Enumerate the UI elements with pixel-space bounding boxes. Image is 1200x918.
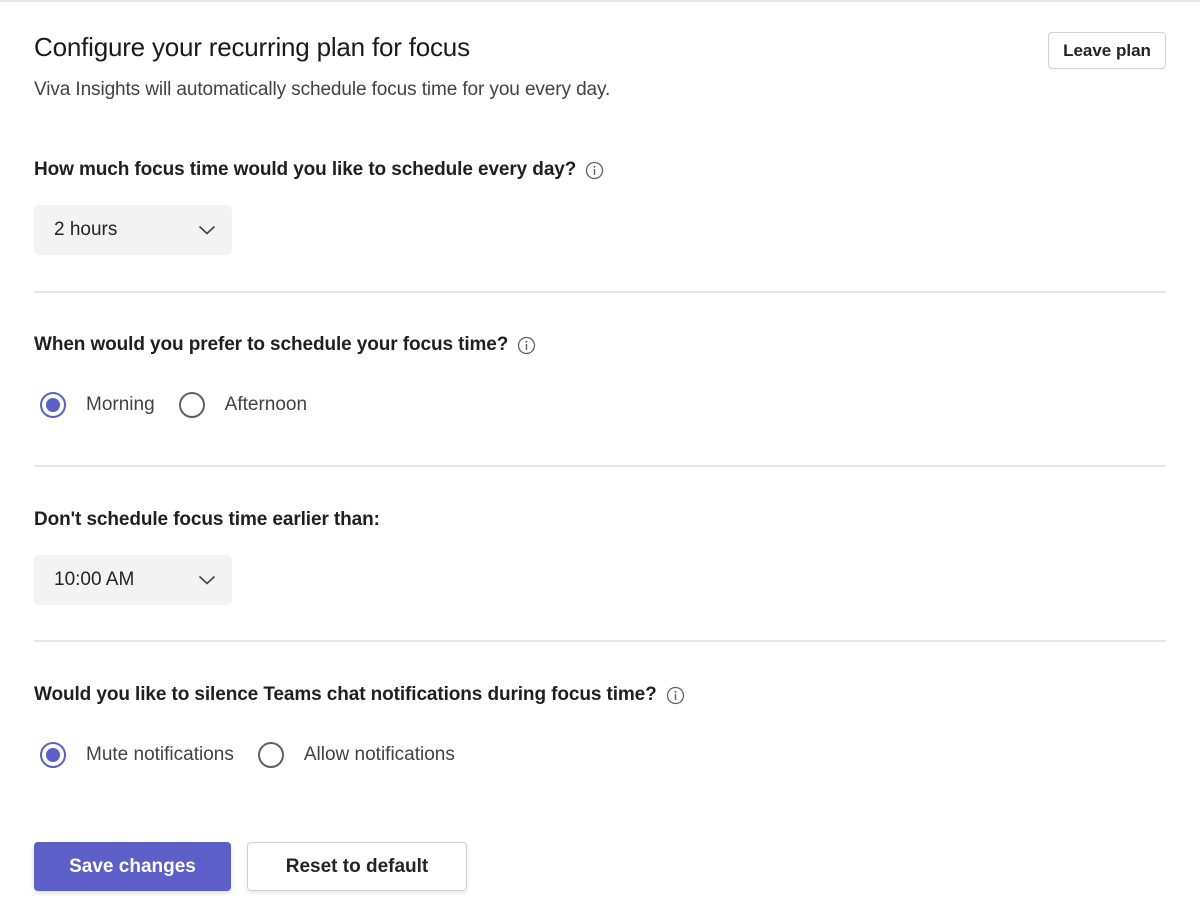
- earliest-time-question-label: Don't schedule focus time earlier than:: [34, 509, 380, 530]
- radio-unchecked-icon: [178, 392, 205, 418]
- duration-question: How much focus time would you like to sc…: [34, 159, 604, 181]
- radio-afternoon[interactable]: Afternoon: [178, 392, 308, 418]
- chevron-down-icon: [198, 574, 216, 586]
- page-subtitle: Viva Insights will automatically schedul…: [34, 79, 611, 100]
- save-changes-button[interactable]: Save changes: [34, 842, 231, 891]
- section-divider: [34, 291, 1166, 293]
- info-icon[interactable]: [585, 161, 604, 180]
- radio-checked-icon: [40, 742, 66, 768]
- notifications-question: Would you like to silence Teams chat not…: [34, 684, 685, 706]
- time-of-day-radio-group: Morning Afternoon: [40, 392, 331, 418]
- focus-plan-settings-page: Configure your recurring plan for focus …: [0, 0, 1200, 918]
- radio-mute-notifications[interactable]: Mute notifications: [40, 742, 234, 768]
- earliest-time-dropdown[interactable]: 10:00 AM: [34, 555, 232, 605]
- section-divider: [34, 640, 1166, 642]
- radio-allow-notifications[interactable]: Allow notifications: [257, 742, 455, 768]
- duration-question-label: How much focus time would you like to sc…: [34, 159, 577, 180]
- radio-afternoon-label: Afternoon: [224, 394, 308, 415]
- focus-duration-value: 2 hours: [54, 219, 118, 240]
- radio-unchecked-icon: [257, 742, 284, 768]
- radio-checked-icon: [40, 392, 66, 418]
- radio-mute-notifications-label: Mute notifications: [86, 744, 234, 765]
- page-title: Configure your recurring plan for focus: [34, 32, 470, 62]
- earliest-time-question: Don't schedule focus time earlier than:: [34, 509, 380, 531]
- notifications-question-label: Would you like to silence Teams chat not…: [34, 684, 657, 705]
- radio-morning[interactable]: Morning: [40, 392, 155, 418]
- focus-duration-dropdown[interactable]: 2 hours: [34, 205, 232, 255]
- info-icon[interactable]: [517, 336, 536, 355]
- time-of-day-question: When would you prefer to schedule your f…: [34, 334, 536, 356]
- earliest-time-value: 10:00 AM: [54, 569, 135, 590]
- notifications-radio-group: Mute notifications Allow notifications: [40, 742, 479, 768]
- radio-morning-label: Morning: [86, 394, 155, 415]
- time-of-day-question-label: When would you prefer to schedule your f…: [34, 334, 509, 355]
- reset-to-default-button[interactable]: Reset to default: [247, 842, 467, 891]
- leave-plan-button[interactable]: Leave plan: [1048, 32, 1166, 69]
- section-divider: [34, 465, 1166, 467]
- info-icon[interactable]: [666, 686, 685, 705]
- chevron-down-icon: [198, 224, 216, 236]
- radio-allow-notifications-label: Allow notifications: [303, 744, 455, 765]
